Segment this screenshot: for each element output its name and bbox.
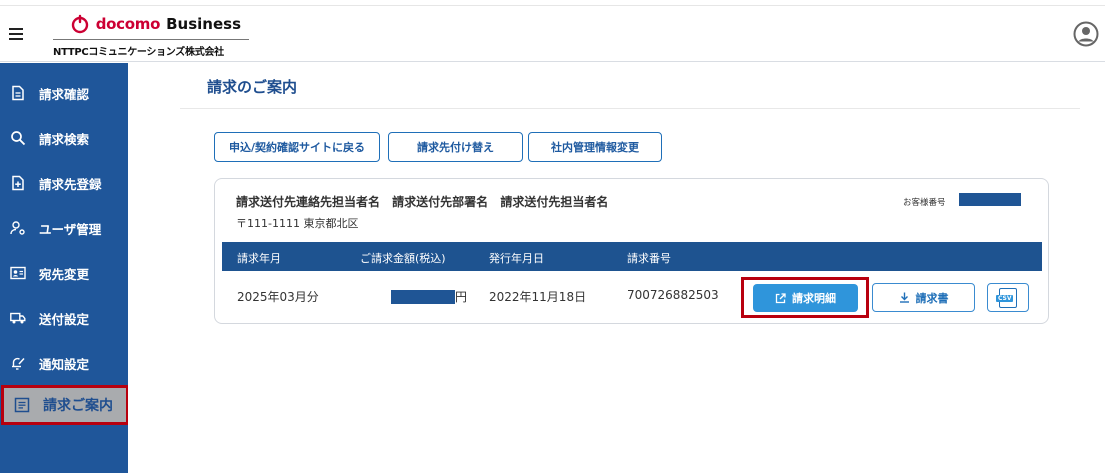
- add-document-icon: [10, 175, 26, 191]
- sidebar-item-label: 請求確認: [39, 86, 90, 102]
- sidebar-item-label: 請求検索: [39, 131, 90, 147]
- document-icon: [10, 85, 26, 101]
- sidebar-item-address-change[interactable]: 宛先変更: [0, 253, 128, 293]
- user-settings-icon: [10, 220, 26, 236]
- billing-table-header: 請求年月 ご請求金額(税込) 発行年月日 請求番号: [222, 242, 1042, 271]
- column-header: 請求番号: [627, 252, 671, 265]
- bell-edit-icon: [10, 355, 26, 371]
- column-header: 請求年月: [237, 252, 281, 265]
- sidebar-item-billing-check[interactable]: 請求確認: [0, 73, 128, 113]
- issue-date: 2022年11月18日: [489, 290, 587, 304]
- external-link-icon: [775, 292, 786, 303]
- page-title: 請求のご案内: [207, 78, 298, 96]
- internal-info-change-button[interactable]: 社内管理情報変更: [528, 132, 662, 162]
- csv-label: CSV: [996, 294, 1014, 302]
- sidebar-item-notification-settings[interactable]: 通知設定: [0, 343, 128, 383]
- docomo-business-logo[interactable]: docomo Business NTTPCコミュニケーションズ株式会社: [53, 13, 249, 58]
- docomo-mark-icon: [70, 14, 90, 34]
- sidebar-item-billing-guide[interactable]: 請求ご案内: [1, 385, 129, 425]
- search-icon: [10, 130, 26, 146]
- column-header: ご請求金額(税込): [360, 252, 446, 265]
- sidebar-item-label: 請求ご案内: [43, 398, 113, 414]
- menu-icon[interactable]: [9, 28, 23, 40]
- back-to-contract-site-button[interactable]: 申込/契約確認サイトに戻る: [214, 132, 380, 162]
- billing-month: 2025年03月分: [237, 290, 319, 304]
- contact-card-icon: [10, 265, 26, 281]
- main-content: 請求のご案内 申込/契約確認サイトに戻る 請求先付け替え 社内管理情報変更 請求…: [128, 63, 1105, 473]
- billing-detail-button[interactable]: 請求明細: [753, 284, 858, 312]
- user-avatar-icon[interactable]: [1073, 21, 1099, 47]
- sidebar: 請求確認 請求検索 請求先登録 ユーザ管理 宛先変更 送付設定 通知設定 請求ご…: [0, 63, 129, 473]
- csv-download-button[interactable]: CSV: [987, 283, 1029, 312]
- billing-detail-label: 請求明細: [792, 292, 836, 305]
- sidebar-item-delivery-settings[interactable]: 送付設定: [0, 298, 128, 338]
- amount-redacted: [391, 290, 455, 304]
- logo-divider: [53, 39, 249, 40]
- logo-business: Business: [166, 15, 241, 33]
- truck-icon: [10, 310, 26, 326]
- recipient-address: 〒111-1111 東京都北区: [236, 217, 359, 230]
- amount-currency: 円: [455, 290, 468, 304]
- app-header: docomo Business NTTPCコミュニケーションズ株式会社: [0, 6, 1105, 62]
- sidebar-item-label: 通知設定: [39, 356, 90, 372]
- download-icon: [899, 292, 909, 303]
- invoice-label: 請求書: [915, 291, 949, 305]
- sidebar-item-label: 送付設定: [39, 311, 90, 327]
- title-divider: [180, 108, 1080, 109]
- column-header: 発行年月日: [489, 252, 544, 265]
- recipient-names: 請求送付先連絡先担当者名 請求送付先部署名 請求送付先担当者名: [236, 195, 609, 209]
- table-row: 2025年03月分 円 2022年11月18日 700726882503 請求明…: [222, 271, 1042, 318]
- billing-card: 請求送付先連絡先担当者名 請求送付先部署名 請求送付先担当者名 〒111-111…: [214, 178, 1049, 324]
- sidebar-item-billing-register[interactable]: 請求先登録: [0, 163, 128, 203]
- company-name: NTTPCコミュニケーションズ株式会社: [53, 47, 224, 58]
- sidebar-item-label: 請求先登録: [39, 176, 102, 192]
- sidebar-item-label: 宛先変更: [39, 266, 90, 282]
- switch-billing-button[interactable]: 請求先付け替え: [388, 132, 523, 162]
- sidebar-item-billing-search[interactable]: 請求検索: [0, 118, 128, 158]
- billing-number: 700726882503: [627, 288, 719, 302]
- customer-number-label: お客様番号: [903, 198, 946, 208]
- sidebar-item-label: ユーザ管理: [39, 221, 102, 237]
- list-document-icon: [14, 397, 30, 413]
- logo-brand: docomo: [95, 15, 161, 33]
- customer-number-redacted: [959, 193, 1021, 206]
- invoice-download-button[interactable]: 請求書: [872, 283, 975, 312]
- csv-file-icon: CSV: [996, 287, 1017, 308]
- sidebar-item-user-management[interactable]: ユーザ管理: [0, 208, 128, 248]
